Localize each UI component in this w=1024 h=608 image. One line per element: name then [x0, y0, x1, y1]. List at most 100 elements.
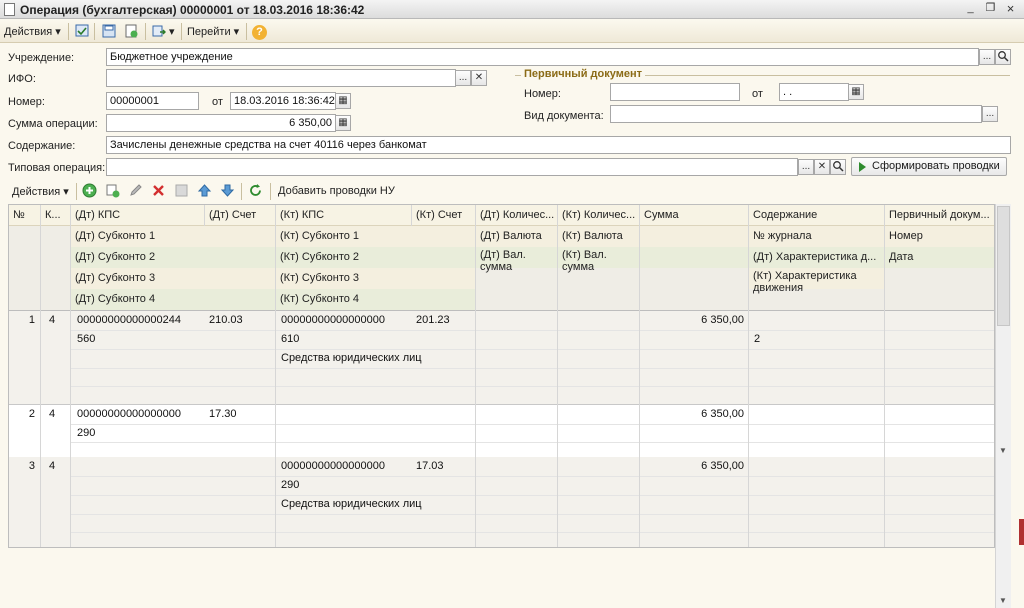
cell-dt-kps[interactable]: 00000000000000244: [73, 311, 205, 330]
chevron-down-icon[interactable]: ▾: [169, 25, 175, 38]
cell-dt-subkonto1[interactable]: 560: [73, 330, 275, 349]
grid-actions-menu[interactable]: Действия ▾: [12, 185, 69, 198]
move-down-icon[interactable]: [219, 183, 236, 200]
cell-kt-subkonto2[interactable]: Средства юридических лиц: [277, 495, 475, 514]
calendar-icon[interactable]: ▦: [848, 84, 864, 100]
col-header-kt-val-summa[interactable]: (Кт) Вал. сумма: [558, 249, 638, 273]
cell-k[interactable]: 4: [45, 405, 70, 424]
cell-kt-subkonto1[interactable]: 610: [277, 330, 475, 349]
primary-doc-nomer-field[interactable]: [610, 83, 740, 101]
col-header-dt-kolichestvo[interactable]: (Дт) Количес...: [476, 205, 558, 225]
col-header-dt-subkonto3[interactable]: (Дт) Субконто 3: [71, 268, 276, 288]
col-header-summa[interactable]: Сумма: [640, 205, 749, 225]
col-header-dt-subkonto4[interactable]: (Дт) Субконто 4: [71, 289, 276, 309]
cell-dt-kps[interactable]: 00000000000000000: [73, 405, 205, 424]
nomer-field[interactable]: 00000001: [106, 92, 199, 110]
goto-menu[interactable]: Перейти ▾: [187, 25, 239, 38]
cell-k[interactable]: 4: [45, 311, 70, 330]
col-header-num[interactable]: №: [9, 205, 39, 225]
add-row-icon[interactable]: [81, 183, 98, 200]
add-nu-entries-button[interactable]: Добавить проводки НУ: [278, 185, 395, 197]
col-header-soderzhanie[interactable]: Содержание: [749, 205, 884, 225]
scroll-down-icon[interactable]: ▼: [999, 596, 1007, 605]
cell-num[interactable]: 3: [9, 457, 39, 476]
col-header-k[interactable]: К...: [41, 205, 71, 225]
cell-dt-subkonto1[interactable]: 290: [73, 424, 275, 443]
post-icon[interactable]: [122, 23, 139, 40]
soderzhanie-field[interactable]: Зачислены денежные средства на счет 4011…: [106, 136, 1011, 154]
save-icon[interactable]: [100, 23, 117, 40]
edit-row-icon[interactable]: [127, 183, 144, 200]
cell-kt-schet[interactable]: 17.03: [412, 457, 475, 476]
cell-zhurnal[interactable]: 2: [750, 330, 884, 349]
cell-kt-kps[interactable]: 00000000000000000: [277, 311, 411, 330]
primary-doc-vid-field[interactable]: [610, 105, 982, 123]
move-up-icon[interactable]: [196, 183, 213, 200]
cell-kt-subkonto1[interactable]: 290: [277, 476, 475, 495]
minimize-button[interactable]: _: [963, 2, 978, 16]
col-header-doc-data[interactable]: Дата: [885, 247, 994, 267]
entries-table[interactable]: № К... (Дт) КПС (Дт) Счет (Кт) КПС (Кт) …: [8, 204, 995, 548]
col-header-dt-valyuta[interactable]: (Дт) Валюта: [476, 226, 558, 246]
scroll-down-icon[interactable]: ▼: [999, 446, 1007, 455]
col-header-dt-subkonto2[interactable]: (Дт) Субконто 2: [71, 247, 276, 267]
close-button[interactable]: ×: [1003, 2, 1018, 16]
structure-icon[interactable]: [150, 23, 167, 40]
cell-num[interactable]: 2: [9, 405, 39, 424]
col-header-kt-kps[interactable]: (Кт) КПС: [276, 205, 411, 225]
col-header-dt-schet[interactable]: (Дт) Счет: [205, 205, 276, 225]
col-header-dt-subkonto1[interactable]: (Дт) Субконто 1: [71, 226, 276, 246]
cell-num[interactable]: 1: [9, 311, 39, 330]
col-header-primary-doc[interactable]: Первичный докум...: [885, 205, 994, 225]
date-field[interactable]: 18.03.2016 18:36:42: [230, 92, 336, 110]
calendar-icon[interactable]: ▦: [335, 93, 351, 109]
col-header-kt-subkonto2[interactable]: (Кт) Субконто 2: [276, 247, 476, 267]
col-header-kt-subkonto1[interactable]: (Кт) Субконто 1: [276, 226, 476, 246]
ifo-field[interactable]: [106, 69, 456, 87]
generate-entries-button[interactable]: Сформировать проводки: [851, 157, 1007, 176]
summa-field[interactable]: 6 350,00: [106, 114, 336, 132]
cell-kt-kps[interactable]: 00000000000000000: [277, 457, 411, 476]
actions-menu[interactable]: Действия ▾: [4, 25, 61, 38]
tipovaya-clear-button[interactable]: ✕: [814, 159, 830, 175]
ifo-select-button[interactable]: ...: [455, 70, 471, 86]
col-header-kt-subkonto3[interactable]: (Кт) Субконто 3: [276, 268, 476, 288]
cell-summa[interactable]: 6 350,00: [640, 457, 748, 476]
finish-edit-icon[interactable]: [173, 183, 190, 200]
search-icon[interactable]: [830, 159, 846, 175]
col-header-dt-val-summa[interactable]: (Дт) Вал. сумма: [476, 249, 556, 273]
col-header-dt-harakteristika[interactable]: (Дт) Характеристика д...: [749, 247, 884, 267]
col-header-kt-valyuta[interactable]: (Кт) Валюта: [558, 226, 640, 246]
col-header-kt-kolichestvo[interactable]: (Кт) Количес...: [558, 205, 640, 225]
col-header-dt-kps[interactable]: (Дт) КПС: [71, 205, 205, 225]
cell-kt-schet[interactable]: 201.23: [412, 311, 475, 330]
copy-row-icon[interactable]: [104, 183, 121, 200]
restore-button[interactable]: ❐: [983, 2, 998, 16]
col-header-kt-harakteristika[interactable]: (Кт) Характеристика движения: [749, 270, 879, 294]
table-scrollbar[interactable]: ▼ ▼: [995, 204, 1011, 608]
calculator-icon[interactable]: ▦: [335, 115, 351, 131]
cell-summa[interactable]: 6 350,00: [640, 405, 748, 424]
uchrezhdenie-field[interactable]: Бюджетное учреждение: [106, 48, 979, 66]
help-icon[interactable]: ?: [251, 23, 268, 40]
post-and-close-icon[interactable]: [73, 23, 90, 40]
cell-dt-schet[interactable]: 210.03: [205, 311, 275, 330]
tipovaya-field[interactable]: [106, 158, 798, 176]
refresh-icon[interactable]: [247, 183, 264, 200]
delete-row-icon[interactable]: [150, 183, 167, 200]
cell-k[interactable]: 4: [45, 457, 70, 476]
uchrezhdenie-select-button[interactable]: ...: [979, 49, 995, 65]
cell-kt-subkonto2[interactable]: Средства юридических лиц: [277, 349, 475, 368]
ifo-clear-button[interactable]: ✕: [471, 70, 487, 86]
col-header-kt-subkonto4[interactable]: (Кт) Субконто 4: [276, 289, 476, 309]
table-row[interactable]: [9, 457, 994, 547]
tipovaya-select-button[interactable]: ...: [798, 159, 814, 175]
cell-summa[interactable]: 6 350,00: [640, 311, 748, 330]
cell-dt-schet[interactable]: 17.30: [205, 405, 275, 424]
primary-doc-vid-select-button[interactable]: ...: [982, 106, 998, 122]
col-header-kt-schet[interactable]: (Кт) Счет: [412, 205, 476, 225]
search-icon[interactable]: [995, 49, 1011, 65]
col-header-zhurnal[interactable]: № журнала: [749, 226, 884, 246]
scrollbar-thumb[interactable]: [997, 206, 1010, 326]
primary-doc-date-field[interactable]: . .: [779, 83, 849, 101]
